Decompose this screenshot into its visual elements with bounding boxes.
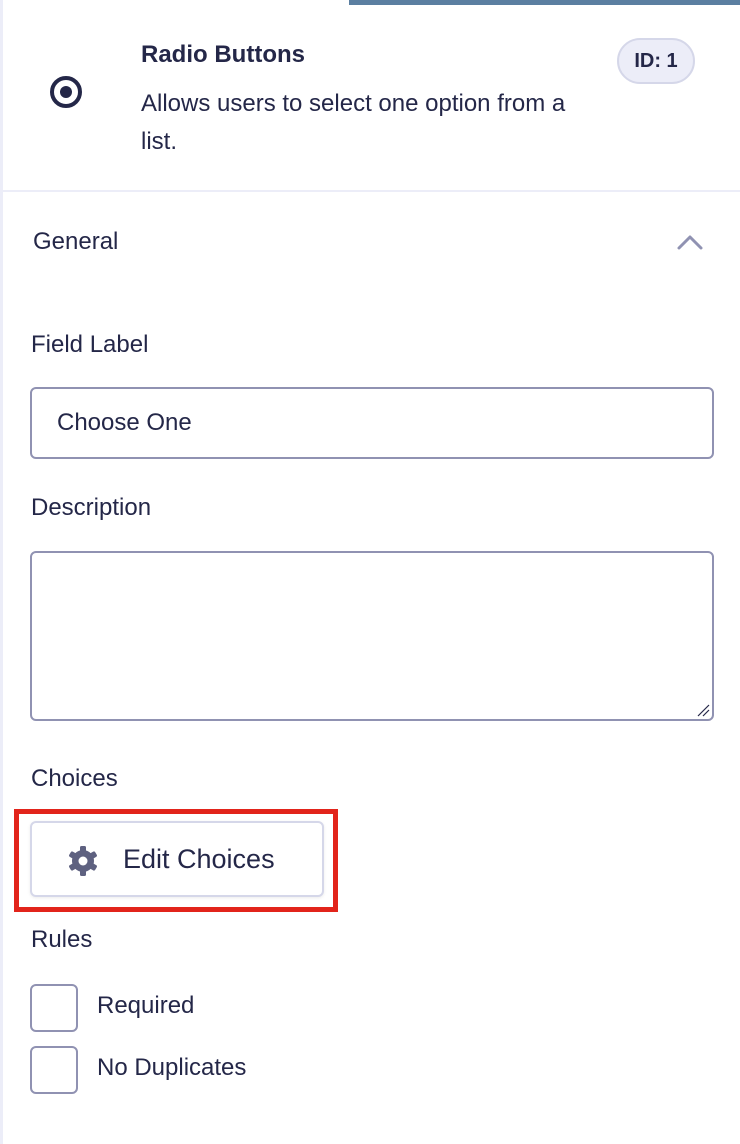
section-title-general[interactable]: General <box>33 228 118 256</box>
field-type-title: Radio Buttons <box>141 41 305 68</box>
field-type-description: Allows users to select one option from a… <box>141 90 566 155</box>
edit-choices-label: Edit Choices <box>123 844 275 874</box>
gear-icon <box>69 846 97 876</box>
description-textarea[interactable] <box>30 551 714 721</box>
required-label[interactable]: Required <box>97 992 194 1020</box>
rules-label: Rules <box>31 926 93 953</box>
chevron-up-icon[interactable] <box>676 232 704 252</box>
edit-choices-button[interactable]: Edit Choices <box>30 821 324 897</box>
no-duplicates-checkbox[interactable] <box>30 1046 78 1094</box>
field-label-label: Field Label <box>31 331 149 358</box>
radio-button-icon <box>50 76 82 108</box>
choices-label: Choices <box>31 765 118 792</box>
field-id-badge: ID: 1 <box>617 38 695 84</box>
field-label-input[interactable]: Choose One <box>30 387 714 459</box>
no-duplicates-label[interactable]: No Duplicates <box>97 1054 246 1082</box>
field-header: Radio Buttons Allows users to select one… <box>3 5 740 192</box>
description-label: Description <box>31 494 152 521</box>
required-checkbox[interactable] <box>30 984 78 1032</box>
resize-handle-icon[interactable] <box>696 703 710 717</box>
